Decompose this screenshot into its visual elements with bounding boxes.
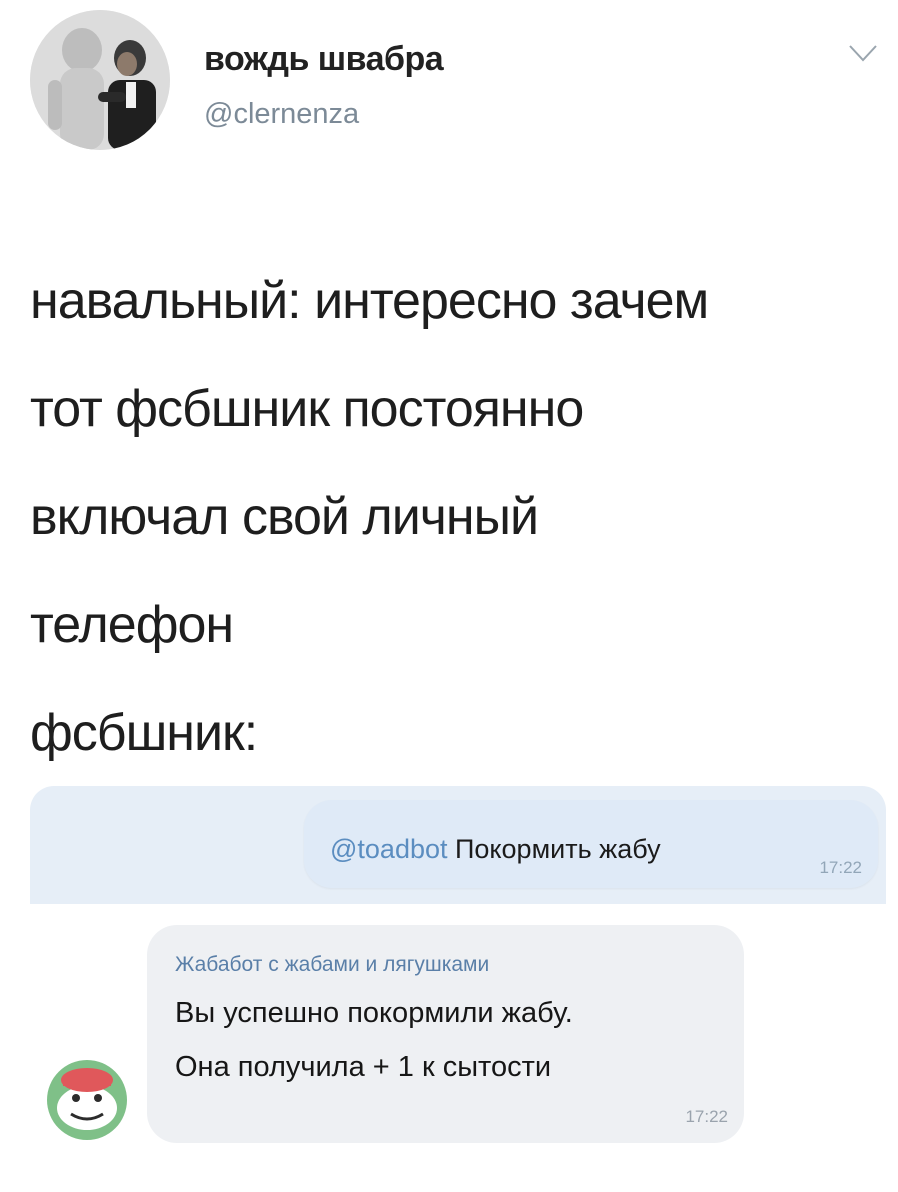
tweet-header: вождь швабра @clernenza xyxy=(30,10,880,170)
tweet-line: навальный: интересно зачем xyxy=(30,272,709,330)
chat-background: @toadbot Покормить жабу 17:22 xyxy=(30,786,886,904)
bot-mention-link[interactable]: @toadbot xyxy=(330,834,448,864)
outgoing-message-text: @toadbot Покормить жабу xyxy=(330,834,661,865)
message-timestamp: 17:22 xyxy=(819,858,862,877)
avatar-image xyxy=(30,10,170,150)
outgoing-message[interactable]: @toadbot Покормить жабу 17:22 xyxy=(304,800,878,888)
tweet-line: телефон xyxy=(30,596,234,654)
frog-icon[interactable] xyxy=(45,1058,129,1142)
tweet-line: фсбшник: xyxy=(30,704,258,762)
message-line: Она получила + 1 к сытости xyxy=(175,1051,552,1083)
message-timestamp: 17:22 xyxy=(685,1107,728,1126)
display-name[interactable]: вождь швабра xyxy=(204,40,444,79)
chevron-down-icon[interactable] xyxy=(846,36,880,70)
sender-name[interactable]: Жабабот с жабами и лягушками xyxy=(175,953,489,977)
tweet-line: тот фсбшник постоянно xyxy=(30,380,584,438)
tweet-line: включал свой личный xyxy=(30,488,539,546)
command-text: Покормить жабу xyxy=(447,834,661,864)
user-avatar[interactable] xyxy=(30,10,170,150)
incoming-message[interactable]: Жабабот с жабами и лягушками Вы успешно … xyxy=(147,925,744,1143)
message-line: Вы успешно покормили жабу. xyxy=(175,997,573,1029)
tweet-text: навальный: интересно зачем тот фсбшник п… xyxy=(30,247,870,787)
user-handle[interactable]: @clernenza xyxy=(204,98,359,131)
